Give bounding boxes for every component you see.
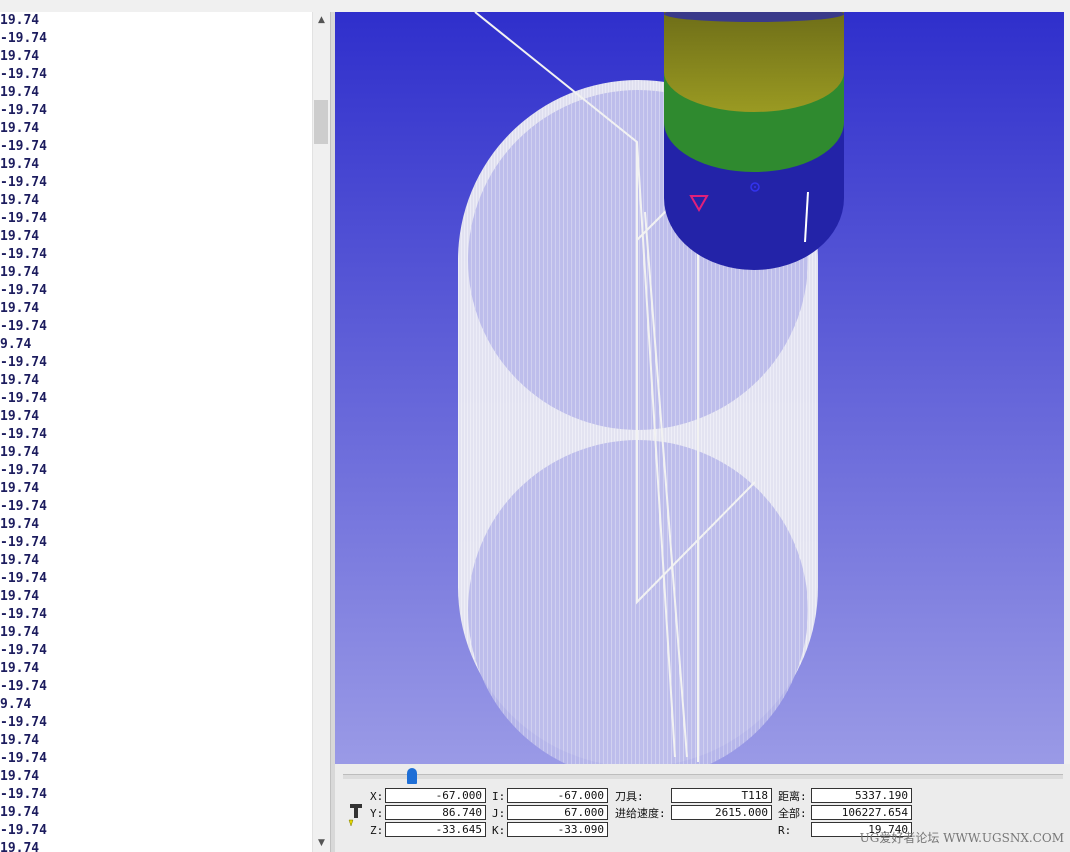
nc-code-line[interactable]: -19.74 — [0, 282, 312, 300]
nc-code-line[interactable]: 19.74 — [0, 804, 312, 822]
nc-code-line[interactable]: 19.74 — [0, 552, 312, 570]
total-label: 全部: — [778, 807, 807, 820]
nc-code-line[interactable]: -19.74 — [0, 570, 312, 588]
nc-code-line[interactable]: 19.74 — [0, 120, 312, 138]
nc-code-panel[interactable]: 19.74 -19.74 19.74 -19.74 19.74 -19.74 19.74 -1… — [0, 12, 312, 852]
nc-code-line[interactable]: 19.74 — [0, 588, 312, 606]
tool-value-field: T118 — [671, 788, 772, 803]
nc-code-line[interactable]: -19.74 — [0, 318, 312, 336]
total-value-field: 106227.654 — [811, 805, 912, 820]
x-label: X: — [370, 790, 384, 803]
nc-code-line[interactable]: -19.74 — [0, 426, 312, 444]
nc-code-line[interactable]: 9.74 — [0, 336, 312, 354]
tool-label: 刀具: — [615, 790, 644, 803]
nc-code-line[interactable]: 19.74 — [0, 12, 312, 30]
nc-code-line[interactable]: -19.74 — [0, 786, 312, 804]
nc-code-line[interactable]: 19.74 — [0, 768, 312, 786]
simulation-viewport[interactable] — [335, 12, 1064, 764]
scrollbar-thumb[interactable] — [314, 100, 328, 144]
y-label: Y: — [370, 807, 384, 820]
nc-code-line[interactable]: 9.74 — [0, 696, 312, 714]
feedrate-label: 进给速度: — [615, 807, 666, 820]
nc-code-line[interactable]: -19.74 — [0, 714, 312, 732]
nc-code-line[interactable]: 19.74 — [0, 192, 312, 210]
feedrate-value-field: 2615.000 — [671, 805, 772, 820]
z-value-field: -33.645 — [385, 822, 486, 837]
nc-code-line[interactable]: 19.74 — [0, 660, 312, 678]
i-label: I: — [492, 790, 506, 803]
i-value-field: -67.000 — [507, 788, 608, 803]
nc-code-line[interactable]: 19.74 — [0, 624, 312, 642]
distance-value-field: 5337.190 — [811, 788, 912, 803]
j-value-field: 67.000 — [507, 805, 608, 820]
nc-code-line[interactable]: -19.74 — [0, 498, 312, 516]
nc-code-line[interactable]: -19.74 — [0, 750, 312, 768]
nc-code-line[interactable]: 19.74 — [0, 264, 312, 282]
nc-code-line[interactable]: -19.74 — [0, 174, 312, 192]
nc-code-line[interactable]: 19.74 — [0, 516, 312, 534]
nc-code-line[interactable]: 19.74 — [0, 156, 312, 174]
nc-code-line[interactable]: 19.74 — [0, 840, 312, 852]
y-value-field: 86.740 — [385, 805, 486, 820]
nc-code-line[interactable]: -19.74 — [0, 390, 312, 408]
nc-code-line[interactable]: 19.74 — [0, 48, 312, 66]
nc-code-line[interactable]: 19.74 — [0, 732, 312, 750]
nc-code-line[interactable]: -19.74 — [0, 354, 312, 372]
r-label: R: — [778, 824, 792, 837]
nc-code-line[interactable]: 19.74 — [0, 300, 312, 318]
nc-code-line[interactable]: 19.74 — [0, 84, 312, 102]
nc-code-line[interactable]: -19.74 — [0, 678, 312, 696]
nc-code-line[interactable]: 19.74 — [0, 444, 312, 462]
nc-code-line[interactable]: 19.74 — [0, 228, 312, 246]
k-value-field: -33.090 — [507, 822, 608, 837]
nc-code-line[interactable]: -19.74 — [0, 66, 312, 84]
nc-code-line[interactable]: -19.74 — [0, 534, 312, 552]
nc-code-line[interactable]: -19.74 — [0, 462, 312, 480]
watermark-text: UG爱好者论坛 WWW.UGSNX.COM — [859, 831, 1064, 845]
nc-code-line[interactable]: -19.74 — [0, 102, 312, 120]
scroll-up-icon[interactable]: ▲ — [313, 12, 330, 29]
tool-icon[interactable] — [347, 802, 365, 828]
simulation-status-panel: X: -67.000 I: -67.000 刀具: T118 距离: 5337.… — [335, 764, 1070, 852]
j-label: J: — [492, 807, 506, 820]
distance-label: 距离: — [778, 790, 807, 803]
nc-code-line[interactable]: 19.74 — [0, 408, 312, 426]
nc-code-list: 19.74 -19.74 19.74 -19.74 19.74 -19.74 19.74 -1… — [0, 12, 312, 852]
nc-code-line[interactable]: -19.74 — [0, 246, 312, 264]
slider-handle[interactable] — [407, 768, 417, 784]
nc-code-line[interactable]: -19.74 — [0, 822, 312, 840]
nc-code-line[interactable]: -19.74 — [0, 606, 312, 624]
cutting-tool — [664, 12, 844, 270]
nc-code-line[interactable]: -19.74 — [0, 138, 312, 156]
nc-code-line[interactable]: -19.74 — [0, 642, 312, 660]
nc-code-line[interactable]: -19.74 — [0, 30, 312, 48]
code-scrollbar[interactable]: ▲ ▼ — [312, 12, 330, 852]
k-label: K: — [492, 824, 506, 837]
nc-code-line[interactable]: 19.74 — [0, 480, 312, 498]
nc-code-line[interactable]: -19.74 — [0, 210, 312, 228]
x-value-field: -67.000 — [385, 788, 486, 803]
nc-code-line[interactable]: 19.74 — [0, 372, 312, 390]
scroll-down-icon[interactable]: ▼ — [313, 835, 330, 852]
z-label: Z: — [370, 824, 384, 837]
simulation-progress-slider[interactable] — [343, 774, 1063, 779]
